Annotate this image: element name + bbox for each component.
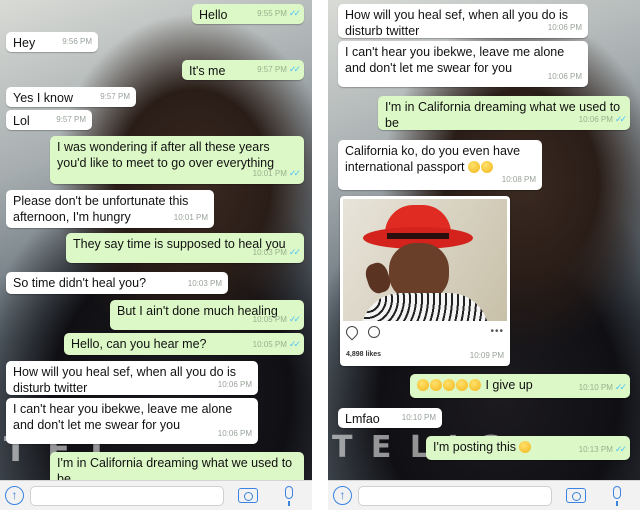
camera-icon[interactable]: [566, 488, 586, 503]
laughing-face-emoji: [519, 441, 532, 453]
shared-image-message[interactable]: ••• 4,898 likes 10:09 PM: [340, 196, 510, 366]
message-bubble[interactable]: So time didn't heal you? 10:03 PM: [6, 272, 228, 294]
message-bubble[interactable]: Lmfao 10:10 PM: [338, 408, 442, 428]
microphone-icon[interactable]: [285, 486, 293, 506]
laughing-face-emoji: [456, 379, 468, 391]
message-bubble[interactable]: They say time is supposed to heal you 10…: [66, 233, 304, 263]
message-bubble[interactable]: It's me 9:57 PM ✓✓: [182, 60, 304, 80]
double-check-icon: ✓✓: [288, 314, 301, 324]
message-bubble[interactable]: Please don't be unfortunate this afterno…: [6, 190, 214, 228]
more-options-icon[interactable]: •••: [490, 326, 504, 337]
message-bubble[interactable]: Hey 9:56 PM: [6, 32, 98, 52]
message-bubble[interactable]: How will you heal sef, when all you do i…: [6, 361, 258, 395]
laughing-face-emoji: [443, 379, 455, 391]
likes-count: 4,898 likes: [346, 351, 382, 358]
camera-icon[interactable]: [238, 488, 258, 503]
message-input-bar: ↑: [0, 480, 312, 510]
double-check-icon: ✓✓: [288, 8, 301, 18]
message-bubble[interactable]: I can't hear you ibekwe, leave me alone …: [338, 41, 588, 87]
laughing-face-emoji: [430, 379, 442, 391]
message-bubble[interactable]: I was wondering if after all these years…: [50, 136, 304, 184]
laughing-face-emoji: [481, 161, 494, 173]
comment-icon[interactable]: [368, 326, 380, 338]
double-check-icon: ✓✓: [288, 247, 301, 257]
message-input[interactable]: [358, 486, 552, 506]
message-time: 10:09 PM: [469, 351, 504, 360]
message-bubble[interactable]: I'm posting this 10:13 PM ✓✓: [426, 436, 630, 460]
laughing-face-emoji: [468, 161, 481, 173]
message-bubble[interactable]: I give up 10:10 PM ✓✓: [410, 374, 630, 398]
message-bubble[interactable]: Yes I know 9:57 PM: [6, 87, 136, 107]
man-in-red-hat-photo[interactable]: [343, 199, 507, 321]
double-check-icon: ✓✓: [288, 168, 301, 178]
laughing-face-emoji: [469, 379, 481, 391]
message-bubble[interactable]: But I ain't done much healing 10:05 PM ✓✓: [110, 300, 304, 330]
laughing-face-emoji: [417, 379, 429, 391]
microphone-icon[interactable]: [613, 486, 621, 506]
double-check-icon: ✓✓: [614, 382, 627, 392]
double-check-icon: ✓✓: [614, 444, 627, 454]
double-check-icon: ✓✓: [288, 339, 301, 349]
message-bubble[interactable]: How will you heal sef, when all you do i…: [338, 4, 588, 38]
double-check-icon: ✓✓: [288, 64, 301, 74]
double-check-icon: ✓✓: [614, 114, 627, 124]
message-bubble[interactable]: I can't hear you ibekwe, leave me alone …: [6, 398, 258, 444]
heart-icon[interactable]: [343, 323, 361, 341]
upload-icon[interactable]: ↑: [333, 486, 352, 505]
divider: [312, 0, 328, 510]
message-bubble[interactable]: Hello, can you hear me? 10:05 PM ✓✓: [64, 333, 304, 355]
chat-panel-left: T E L Hello 9:55 PM ✓✓ Hey 9:56 PM It's m…: [0, 0, 312, 510]
message-bubble[interactable]: I'm in California dreaming what we used …: [378, 96, 630, 130]
message-bubble[interactable]: Lol 9:57 PM: [6, 110, 92, 130]
message-bubble[interactable]: California ko, do you even have internat…: [338, 140, 542, 190]
message-bubble[interactable]: Hello 9:55 PM ✓✓: [192, 4, 304, 24]
upload-icon[interactable]: ↑: [5, 486, 24, 505]
message-input[interactable]: [30, 486, 224, 506]
message-input-bar: ↑: [328, 480, 640, 510]
